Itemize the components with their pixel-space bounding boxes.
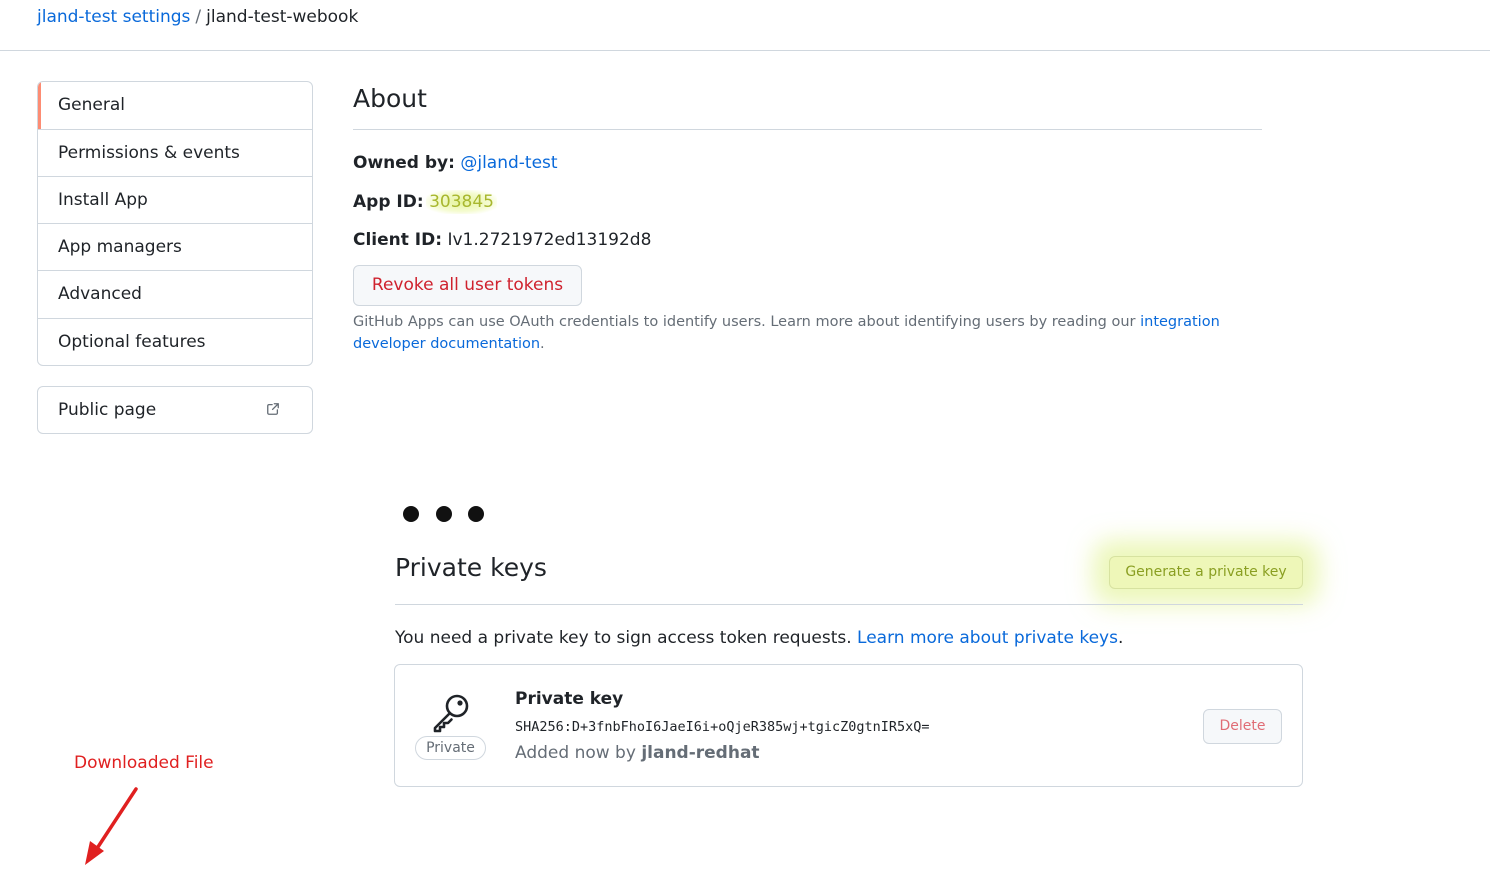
client-id-label: Client ID: (353, 230, 443, 250)
external-link-icon (267, 403, 279, 415)
sidebar-item-install-app[interactable]: Install App (38, 176, 312, 223)
added-by-user: jland-redhat (641, 743, 760, 763)
private-key-added-by: Added now by jland-redhat (515, 741, 760, 765)
sidebar-item-permissions-events[interactable]: Permissions & events (38, 129, 312, 176)
breadcrumb-current: jland-test-webook (206, 7, 359, 27)
private-key-name: Private key (515, 689, 624, 709)
annotation-arrow-icon (85, 787, 138, 865)
learn-more-private-keys-link[interactable]: Learn more about private keys (857, 628, 1118, 648)
sidebar-item-optional-features[interactable]: Optional features (38, 318, 312, 365)
owner-link[interactable]: @jland-test (460, 153, 557, 173)
about-heading: About (353, 84, 427, 113)
private-key-fingerprint: SHA256:D+3fnbFhoI6JaeI6i+oQjeR385wj+tgic… (515, 719, 930, 735)
private-keys-heading: Private keys (395, 553, 547, 582)
integration-docs-link-part-1[interactable]: integration (1140, 314, 1220, 330)
sidebar-item-advanced[interactable]: Advanced (38, 270, 312, 317)
app-id-row: App ID: 303845 (353, 190, 497, 214)
breadcrumb: jland-test settings / jland-test-webook (37, 6, 358, 28)
breadcrumb-settings-link[interactable]: jland-test settings (37, 7, 190, 27)
private-keys-intro: You need a private key to sign access to… (395, 626, 1123, 650)
ellipsis-dot (436, 506, 452, 522)
ellipsis-separator (403, 506, 493, 522)
sidebar-item-app-managers[interactable]: App managers (38, 223, 312, 270)
downloaded-file-annotation: Downloaded File (74, 753, 214, 773)
oauth-note-text: GitHub Apps can use OAuth credentials to… (353, 314, 1141, 330)
private-keys-intro-text: You need a private key to sign access to… (395, 628, 858, 648)
client-id-row: Client ID: Iv1.2721972ed13192d8 (353, 228, 651, 252)
private-key-card: Private Private key SHA256:D+3fnbFhoI6Ja… (394, 664, 1303, 787)
breadcrumb-separator: / (195, 7, 202, 27)
settings-sidebar: General Permissions & events Install App… (37, 81, 313, 366)
app-id-value: 303845 (426, 190, 497, 214)
private-badge: Private (415, 736, 486, 760)
about-divider (353, 129, 1262, 130)
owned-by-row: Owned by: @jland-test (353, 151, 558, 175)
ellipsis-dot (468, 506, 484, 522)
oauth-note-end: . (540, 336, 545, 352)
client-id-value: Iv1.2721972ed13192d8 (447, 230, 652, 250)
generate-private-key-button[interactable]: Generate a private key (1109, 556, 1303, 589)
public-page-link[interactable]: Public page (37, 386, 313, 434)
delete-private-key-button[interactable]: Delete (1203, 709, 1282, 744)
header-divider (0, 50, 1490, 51)
key-icon (433, 694, 469, 733)
app-id-label: App ID: (353, 192, 424, 212)
private-keys-intro-end: . (1117, 628, 1124, 648)
public-page-label: Public page (58, 400, 157, 420)
sidebar-item-general[interactable]: General (38, 82, 312, 129)
ellipsis-dot (403, 506, 419, 522)
private-keys-divider (395, 604, 1303, 605)
integration-docs-link-part-2[interactable]: developer documentation (353, 336, 540, 352)
oauth-note: GitHub Apps can use OAuth credentials to… (353, 311, 1233, 355)
added-by-prefix: Added now by (515, 743, 642, 763)
revoke-all-user-tokens-button[interactable]: Revoke all user tokens (353, 265, 582, 306)
owned-by-label: Owned by: (353, 153, 455, 173)
